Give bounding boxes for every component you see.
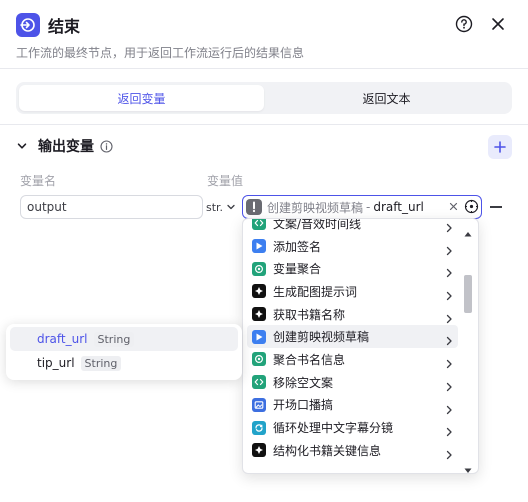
node-list-item-label: 变量聚合 xyxy=(273,262,322,277)
scroll-down-icon[interactable] xyxy=(464,459,472,473)
info-icon[interactable] xyxy=(100,139,113,153)
panel-title: 结束 xyxy=(48,17,81,36)
node-list-item[interactable]: 创建剪映视频草稿 xyxy=(247,325,458,349)
code-icon xyxy=(252,375,266,390)
help-icon[interactable] xyxy=(454,14,474,34)
code-icon xyxy=(252,219,266,231)
aggregate-icon xyxy=(252,261,266,276)
chevron-down-icon xyxy=(226,202,236,212)
column-label-value: 变量值 xyxy=(207,174,244,188)
header-divider xyxy=(0,68,528,69)
reference-variable-name: draft_url xyxy=(373,200,424,214)
node-list-item-label: 结构化书籍关键信息 xyxy=(273,443,382,458)
loop-icon xyxy=(252,420,266,435)
node-list-item-label: 聚合书名信息 xyxy=(273,352,346,367)
aggregate-icon xyxy=(252,352,266,367)
node-list-item[interactable]: 变量聚合 xyxy=(247,257,458,280)
play-icon xyxy=(252,329,266,344)
close-icon[interactable] xyxy=(488,14,508,34)
node-list-item[interactable]: 获取书籍名称 xyxy=(247,303,458,326)
variable-picker-icon[interactable] xyxy=(464,199,479,218)
node-list-item[interactable]: 添加签名 xyxy=(247,235,458,258)
variable-option-name: draft_url xyxy=(37,332,88,346)
chevron-down-icon[interactable] xyxy=(16,137,28,156)
end-node-icon xyxy=(16,13,40,37)
scrollbar-thumb[interactable] xyxy=(464,275,472,313)
reference-separator: - xyxy=(366,200,371,214)
reference-chip: 创建剪映视频草稿 - draft_url xyxy=(246,198,424,216)
llm-icon xyxy=(252,443,266,458)
node-list-item-label: 获取书籍名称 xyxy=(273,307,346,322)
node-list-item-label: 添加签名 xyxy=(273,239,322,254)
llm-icon xyxy=(252,284,266,299)
node-list-item-label: 移除空文案 xyxy=(273,375,334,390)
node-list-item[interactable]: 结构化书籍关键信息 xyxy=(247,439,458,462)
chevron-right-icon[interactable] xyxy=(445,377,453,396)
add-variable-button[interactable] xyxy=(488,135,512,159)
node-list-item-label: 文案/音效时间线 xyxy=(273,218,362,231)
variable-options-popover: draft_url String tip_url String xyxy=(6,324,242,380)
node-list-item-label: 生成配图提示词 xyxy=(273,284,358,299)
node-list-item-label: 创建剪映视频草稿 xyxy=(273,330,370,345)
llm-icon xyxy=(252,307,266,322)
panel-header: 结束 xyxy=(16,12,80,38)
node-list-item[interactable]: 聚合书名信息 xyxy=(247,348,458,371)
remove-variable-button[interactable] xyxy=(490,206,502,208)
node-list-item-label: 开场口播搞 xyxy=(273,398,334,413)
node-list: 文案/音效时间线 添加签名变量聚合生成配图提示词 获取书籍名称创建剪映视频草稿 聚合书… xyxy=(247,219,458,462)
output-section-header[interactable]: 输出变量 xyxy=(16,136,113,156)
variable-type-select[interactable]: str. xyxy=(206,195,241,219)
node-list-item-label: 循环处理中文字幕分镜 xyxy=(273,421,394,436)
node-select-dropdown: 文案/音效时间线 添加签名变量聚合生成配图提示词 获取书籍名称创建剪映视频草稿 聚合书… xyxy=(242,218,479,474)
plus-icon xyxy=(494,141,506,153)
dropdown-scrollbar[interactable] xyxy=(461,219,475,473)
variable-option-draft-url[interactable]: draft_url String xyxy=(10,327,238,351)
image-icon xyxy=(252,397,266,412)
section-divider xyxy=(0,124,528,125)
variable-option-name: tip_url xyxy=(37,356,75,370)
reference-node-name: 创建剪映视频草稿 xyxy=(267,200,364,215)
variable-name-value: output xyxy=(27,200,67,214)
scroll-up-icon[interactable] xyxy=(464,222,472,241)
return-mode-tabs: 返回变量 返回文本 xyxy=(16,82,512,114)
clear-icon[interactable] xyxy=(449,200,458,214)
variable-type-badge: String xyxy=(80,355,122,371)
tab-return-text[interactable]: 返回文本 xyxy=(264,85,509,111)
play-icon xyxy=(252,239,266,254)
node-list-item[interactable]: 循环处理中文字幕分镜 xyxy=(247,416,458,439)
node-list-item[interactable]: 移除空文案 xyxy=(247,371,458,394)
variable-name-input[interactable]: output xyxy=(20,195,203,219)
variable-option-tip-url[interactable]: tip_url String xyxy=(10,351,238,375)
output-section-title: 输出变量 xyxy=(38,139,94,155)
variable-type-badge: String xyxy=(93,331,135,347)
chevron-right-icon[interactable] xyxy=(445,445,453,464)
tab-return-variables[interactable]: 返回变量 xyxy=(19,85,264,111)
node-list-item[interactable]: 生成配图提示词 xyxy=(247,280,458,303)
end-node-panel: 结束 工作流的最终节点，用于返回工作流运行后的结果信息 返回变量 返回文本 输出… xyxy=(0,0,528,502)
exclamation-icon xyxy=(246,199,262,215)
variable-type-value: str. xyxy=(206,200,224,214)
variable-value-reference[interactable]: 创建剪映视频草稿 - draft_url xyxy=(242,195,482,219)
panel-description: 工作流的最终节点，用于返回工作流运行后的结果信息 xyxy=(16,46,305,60)
node-list-item[interactable]: 文案/音效时间线 xyxy=(247,218,458,235)
column-label-name: 变量名 xyxy=(20,174,57,188)
node-list-item[interactable]: 开场口播搞 xyxy=(247,394,458,417)
